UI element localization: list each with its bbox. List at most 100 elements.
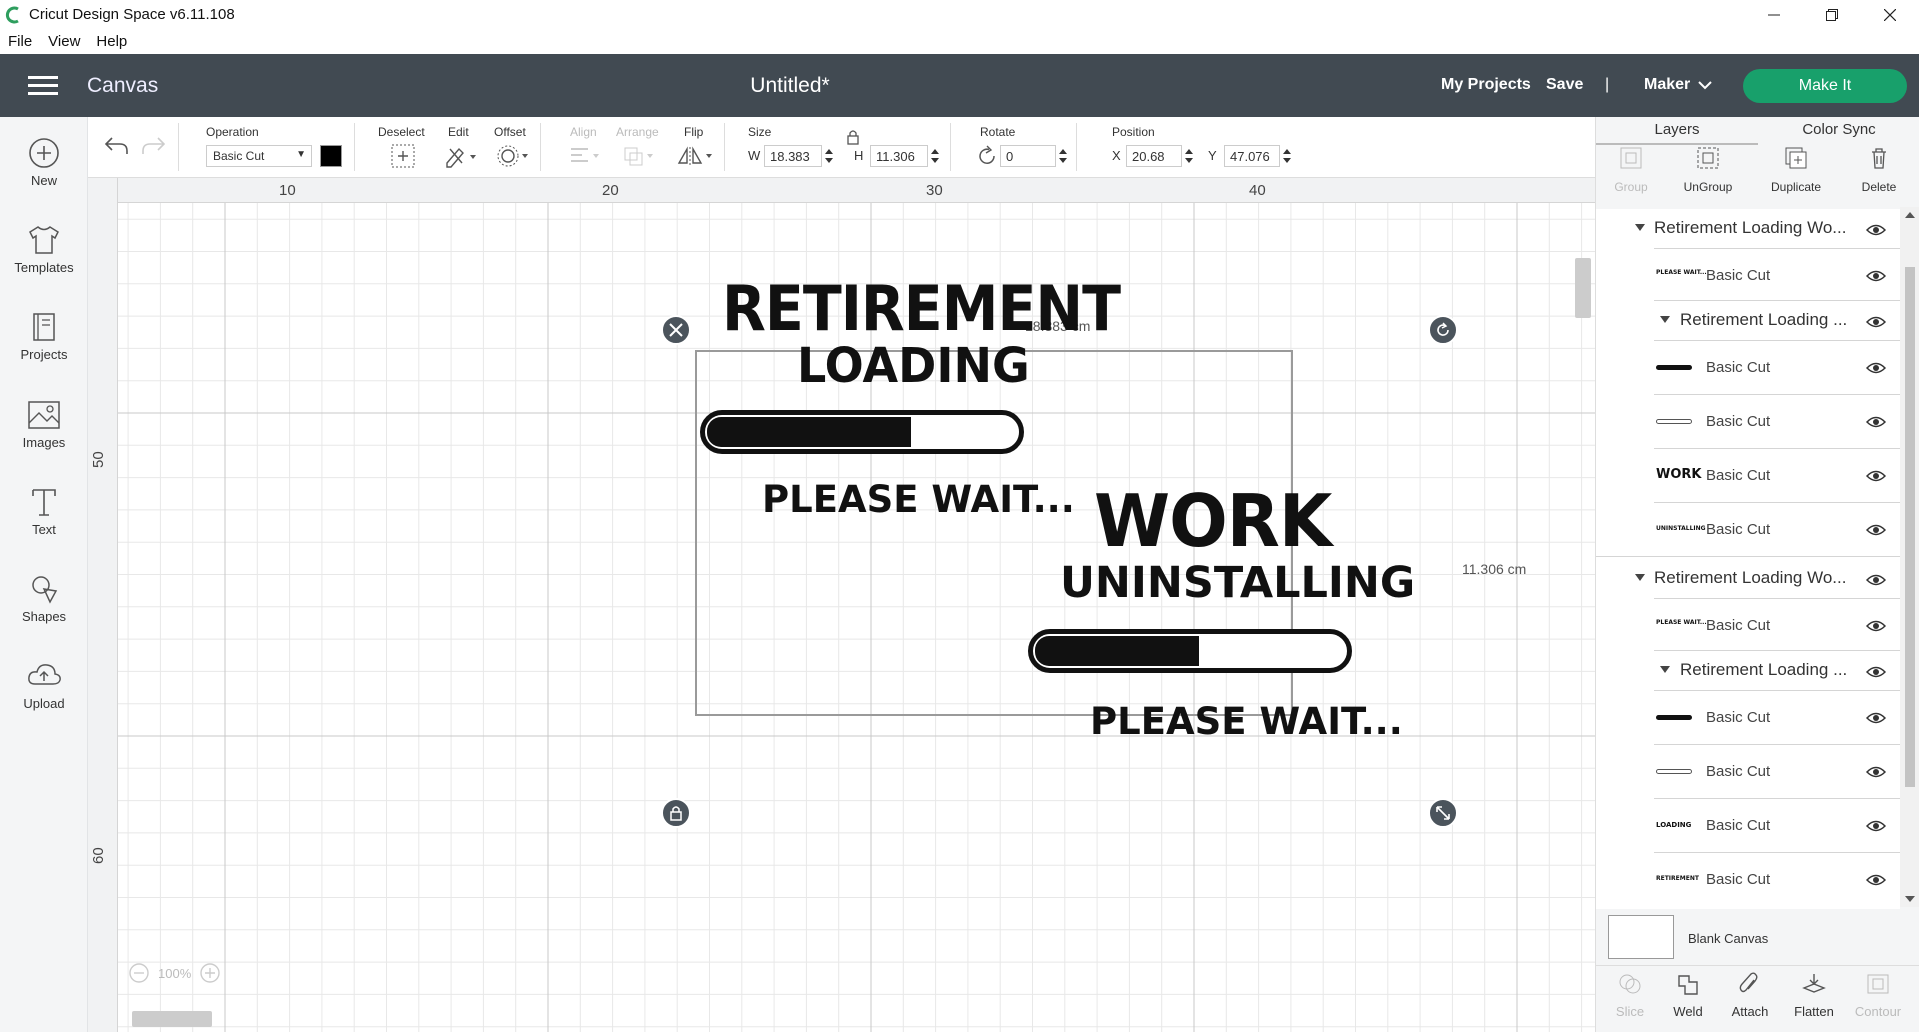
caret-down-icon[interactable] — [1635, 574, 1645, 582]
lock-icon[interactable] — [846, 129, 860, 145]
machine-selector[interactable]: Maker — [1644, 76, 1690, 94]
eye-icon[interactable] — [1866, 415, 1886, 429]
layers-scrollbar[interactable] — [1900, 207, 1919, 907]
eye-icon[interactable] — [1866, 765, 1886, 779]
align-icon[interactable] — [568, 145, 602, 167]
eye-icon[interactable] — [1866, 819, 1886, 833]
make-it-button[interactable]: Make It — [1743, 69, 1907, 103]
minimize-button[interactable] — [1745, 0, 1803, 29]
sidebar-item-upload[interactable]: Upload — [0, 660, 88, 740]
attach-button[interactable]: Attach — [1720, 972, 1780, 1019]
layer-item[interactable]: Basic Cut — [1596, 745, 1900, 799]
delete-button[interactable]: Delete — [1844, 145, 1914, 194]
eye-icon[interactable] — [1866, 269, 1886, 283]
eye-icon[interactable] — [1866, 873, 1886, 887]
scrollbar-thumb[interactable] — [1905, 267, 1915, 787]
eye-icon[interactable] — [1866, 711, 1886, 725]
weld-button[interactable]: Weld — [1658, 972, 1718, 1019]
eye-icon[interactable] — [1866, 665, 1886, 679]
layer-item[interactable]: WORK Basic Cut — [1596, 449, 1900, 503]
layer-item[interactable]: RETIREMENT Basic Cut — [1596, 853, 1900, 907]
rotate-input[interactable]: 0 — [1000, 145, 1056, 167]
menu-help[interactable]: Help — [88, 33, 135, 50]
layer-group[interactable]: Retirement Loading ... — [1596, 301, 1900, 341]
save-link[interactable]: Save — [1546, 76, 1583, 94]
layer-thumbnail — [1656, 419, 1692, 424]
x-input[interactable]: 20.68 — [1126, 145, 1182, 167]
color-swatch[interactable] — [320, 145, 342, 167]
offset-icon[interactable] — [496, 143, 530, 169]
hamburger-menu-icon[interactable] — [28, 74, 58, 98]
horizontal-scrollbar[interactable] — [132, 1011, 212, 1027]
layer-item[interactable]: LOADING Basic Cut — [1596, 799, 1900, 853]
layer-item[interactable]: PLEASE WAIT... Basic Cut — [1596, 599, 1900, 651]
contour-button[interactable]: Contour — [1848, 972, 1908, 1019]
width-input[interactable]: 18.383 — [764, 145, 822, 167]
rotate-icon[interactable] — [976, 145, 998, 167]
sidebar-item-text[interactable]: Text — [0, 486, 88, 566]
rotate-handle[interactable] — [1428, 315, 1458, 345]
redo-icon[interactable] — [140, 135, 166, 157]
lock-handle[interactable] — [661, 798, 691, 828]
chevron-down-icon[interactable] — [1697, 79, 1713, 91]
y-stepper-icon[interactable] — [1282, 147, 1292, 165]
sidebar-item-shapes[interactable]: Shapes — [0, 573, 88, 653]
duplicate-button[interactable]: Duplicate — [1761, 145, 1831, 194]
height-input[interactable]: 11.306 — [870, 145, 928, 167]
layer-group[interactable]: Retirement Loading Wo... — [1596, 559, 1900, 599]
menu-view[interactable]: View — [40, 33, 88, 50]
caret-down-icon[interactable] — [1660, 666, 1670, 674]
width-stepper-icon[interactable] — [824, 147, 834, 165]
y-input[interactable]: 47.076 — [1224, 145, 1280, 167]
caret-down-icon[interactable] — [1635, 224, 1645, 232]
ungroup-button[interactable]: UnGroup — [1673, 145, 1743, 194]
delete-handle[interactable] — [661, 315, 691, 345]
design-canvas[interactable]: 10 20 30 40 50 60 18.383 cm 11.306 cm RE… — [88, 178, 1595, 1032]
eye-icon[interactable] — [1866, 223, 1886, 237]
maximize-button[interactable] — [1803, 0, 1861, 29]
close-button[interactable] — [1861, 0, 1919, 29]
undo-icon[interactable] — [104, 135, 130, 157]
resize-handle[interactable] — [1428, 798, 1458, 828]
sidebar-item-new[interactable]: New — [0, 137, 88, 217]
width-label: W — [748, 148, 761, 163]
eye-icon[interactable] — [1866, 361, 1886, 375]
caret-down-icon[interactable] — [1660, 316, 1670, 324]
deselect-icon[interactable] — [390, 143, 416, 169]
arrange-icon[interactable] — [622, 145, 656, 167]
eye-icon[interactable] — [1866, 469, 1886, 483]
layer-group[interactable]: Retirement Loading ... — [1596, 651, 1900, 691]
layer-item[interactable]: Basic Cut — [1596, 341, 1900, 395]
eye-icon[interactable] — [1866, 619, 1886, 633]
flatten-button[interactable]: Flatten — [1784, 972, 1844, 1019]
height-stepper-icon[interactable] — [930, 147, 940, 165]
scroll-down-icon[interactable] — [1905, 895, 1915, 903]
sidebar-item-projects[interactable]: Projects — [0, 311, 88, 391]
menu-file[interactable]: File — [0, 33, 40, 50]
layer-group[interactable]: Retirement Loading Wo... — [1596, 209, 1900, 249]
x-stepper-icon[interactable] — [1184, 147, 1194, 165]
layer-item[interactable]: UNINSTALLING Basic Cut — [1596, 503, 1900, 557]
group-button[interactable]: Group — [1596, 145, 1666, 194]
vertical-scrollbar[interactable] — [1575, 258, 1591, 318]
eye-icon[interactable] — [1866, 315, 1886, 329]
slice-button[interactable]: Slice — [1600, 972, 1660, 1019]
my-projects-link[interactable]: My Projects — [1441, 76, 1531, 94]
edit-tools-icon[interactable] — [444, 143, 478, 169]
zoom-out-icon[interactable] — [128, 962, 150, 984]
tab-layers[interactable]: Layers — [1596, 117, 1758, 145]
sidebar-item-images[interactable]: Images — [0, 399, 88, 479]
zoom-in-icon[interactable] — [199, 962, 221, 984]
eye-icon[interactable] — [1866, 523, 1886, 537]
tab-color-sync[interactable]: Color Sync — [1758, 117, 1919, 145]
rotate-stepper-icon[interactable] — [1058, 147, 1068, 165]
blank-canvas-swatch[interactable] — [1608, 915, 1674, 959]
flip-icon[interactable] — [676, 143, 716, 169]
layer-item[interactable]: Basic Cut — [1596, 691, 1900, 745]
operation-select[interactable]: Basic Cut ▼ — [206, 145, 312, 167]
eye-icon[interactable] — [1866, 573, 1886, 587]
layer-item[interactable]: Basic Cut — [1596, 395, 1900, 449]
scroll-up-icon[interactable] — [1905, 211, 1915, 219]
sidebar-item-templates[interactable]: Templates — [0, 224, 88, 304]
layer-item[interactable]: PLEASE WAIT... Basic Cut — [1596, 249, 1900, 301]
